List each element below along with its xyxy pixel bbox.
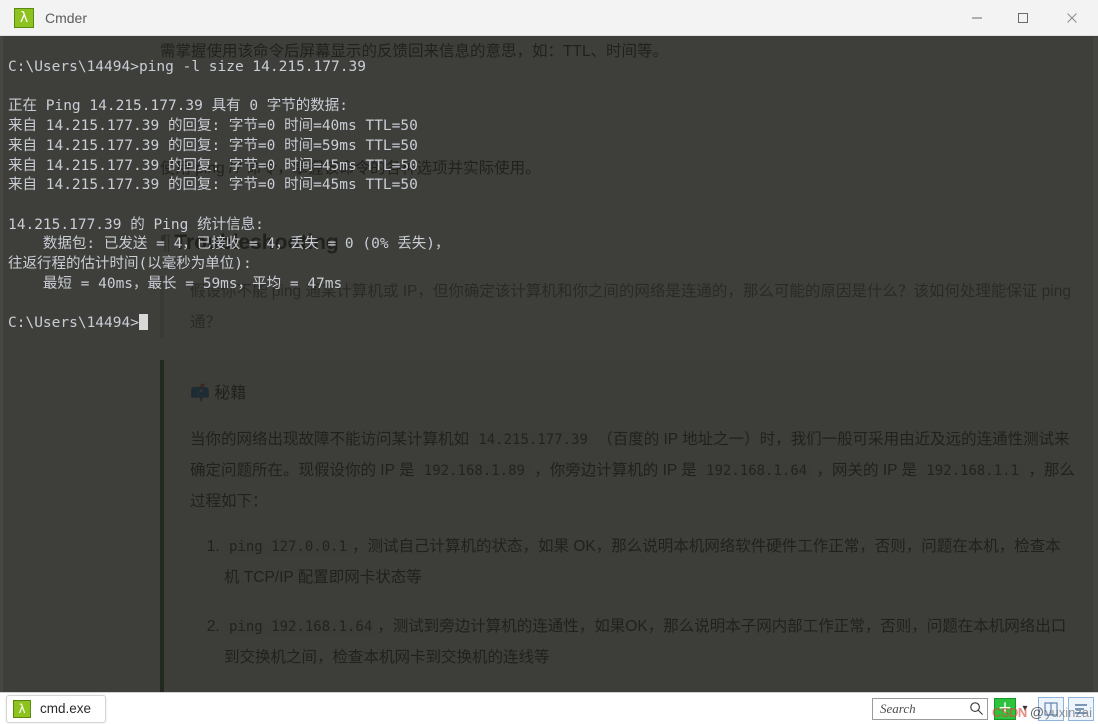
- window-title: Cmder: [45, 9, 88, 26]
- terminal-surface[interactable]: C:\Users\14494>ping -l size 14.215.177.3…: [0, 36, 1098, 692]
- split-layout-icon: [1044, 702, 1058, 715]
- terminal-cursor: [138, 314, 148, 331]
- search-placeholder: Search: [880, 700, 916, 716]
- minimize-button[interactable]: [954, 0, 1000, 36]
- maximize-button[interactable]: [1000, 0, 1046, 36]
- add-button[interactable]: +: [994, 697, 1016, 720]
- search-icon[interactable]: [969, 701, 984, 716]
- chevron-down-icon[interactable]: ▾: [1016, 698, 1034, 720]
- list-lines-icon: [1075, 703, 1087, 714]
- window-titlebar[interactable]: λ Cmder: [0, 0, 1098, 36]
- close-button[interactable]: [1046, 0, 1098, 36]
- lambda-icon: λ: [13, 699, 31, 718]
- lambda-icon: λ: [14, 7, 34, 28]
- taskbar-item-cmd[interactable]: λ cmd.exe: [6, 694, 107, 723]
- taskbar-right-group: Search + ▾: [872, 696, 1098, 721]
- search-input[interactable]: Search: [872, 697, 988, 720]
- taskbar: λ cmd.exe Search + ▾: [0, 692, 1098, 724]
- layout-button[interactable]: [1038, 696, 1064, 721]
- terminal-output[interactable]: C:\Users\14494>ping -l size 14.215.177.3…: [0, 36, 1098, 334]
- plus-icon: +: [997, 698, 1013, 718]
- cmder-window: λ Cmder C:\Users\14494>ping -l size 14.2…: [0, 0, 1098, 692]
- taskbar-item-label: cmd.exe: [40, 701, 92, 716]
- list-button[interactable]: [1068, 696, 1094, 721]
